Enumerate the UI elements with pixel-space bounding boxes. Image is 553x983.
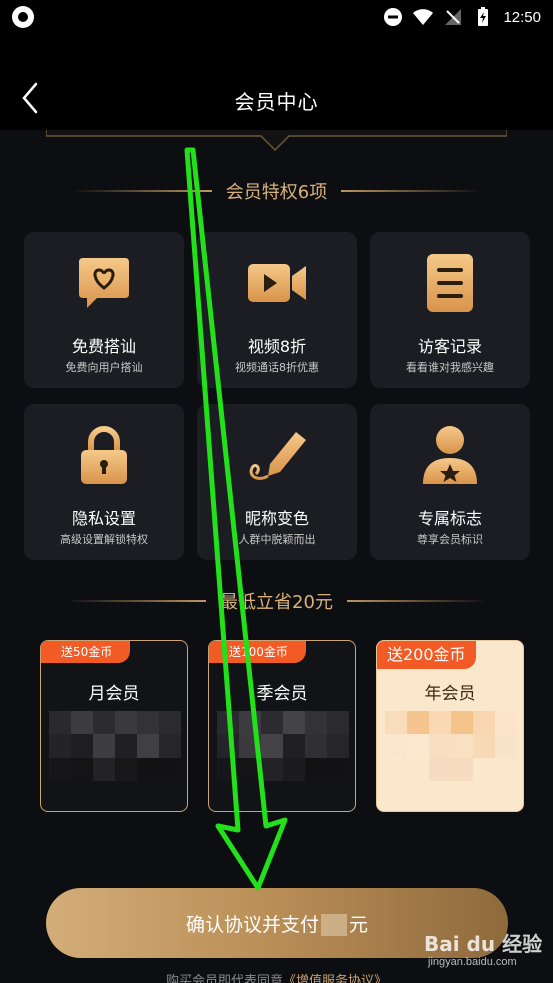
- do-not-disturb-icon: [384, 8, 403, 26]
- page-title: 会员中心: [234, 90, 319, 114]
- privilege-free-chat[interactable]: 免费搭讪 免费向用户搭讪: [24, 232, 184, 388]
- privileges-section-header: 会员特权6项: [0, 176, 553, 206]
- privilege-subtitle: 高级设置解锁特权: [60, 533, 148, 546]
- privilege-nickname-color[interactable]: 昵称变色 人群中脱颖而出: [197, 404, 357, 560]
- battery-icon: [478, 7, 489, 26]
- member-card-edge: [45, 130, 508, 152]
- privilege-visitor-record[interactable]: 访客记录 看看谁对我感兴趣: [370, 232, 530, 388]
- privilege-subtitle: 看看谁对我感兴趣: [406, 361, 494, 374]
- plan-price-obscured: [385, 711, 517, 781]
- privilege-video-discount[interactable]: 视频8折 视频通话8折优惠: [197, 232, 357, 388]
- user-star-icon: [419, 424, 481, 486]
- wifi-icon: [413, 9, 434, 25]
- chat-heart-icon: [73, 252, 135, 314]
- privilege-title: 昵称变色: [244, 509, 309, 528]
- card-divider-shape: [45, 130, 508, 152]
- price-obscured: [321, 914, 347, 936]
- privilege-title: 专属标志: [417, 509, 482, 528]
- watermark-brand: Bai du 经验: [424, 932, 543, 956]
- plan-badge: 送100金币: [209, 641, 306, 663]
- clock-time: 12:50: [503, 8, 541, 26]
- video-camera-icon: [246, 252, 308, 314]
- signal-icon: [445, 9, 462, 25]
- status-icons: 12:50: [383, 5, 541, 29]
- service-agreement-link[interactable]: 《增值服务协议》: [283, 974, 387, 983]
- header: 会员中心: [0, 34, 553, 130]
- privileges-section-title: 会员特权6项: [225, 182, 328, 203]
- plan-quarterly[interactable]: 送100金币 季会员: [208, 640, 356, 812]
- plan-monthly[interactable]: 送50金币 月会员: [40, 640, 188, 812]
- pen-icon: [246, 424, 308, 486]
- plans-section-header: 最低立省20元: [0, 586, 553, 616]
- plan-price-obscured: [217, 711, 349, 781]
- privilege-title: 隐私设置: [71, 509, 136, 528]
- privilege-title: 免费搭讪: [71, 337, 136, 356]
- membership-plans: 送50金币 月会员 送100金币 季会员 送200金币 年会员: [40, 640, 524, 812]
- privilege-subtitle: 尊享会员标识: [417, 533, 483, 546]
- lock-icon: [73, 424, 135, 486]
- privilege-subtitle: 视频通话8折优惠: [235, 361, 319, 374]
- baidu-jingyan-watermark: Bai du 经验 jingyan.baidu.com: [424, 928, 548, 972]
- plan-price-obscured: [49, 711, 181, 781]
- privilege-exclusive-badge[interactable]: 专属标志 尊享会员标识: [370, 404, 530, 560]
- status-bar: 12:50: [0, 0, 553, 34]
- privilege-subtitle: 人群中脱颖而出: [238, 533, 316, 546]
- plan-badge: 送200金币: [377, 641, 476, 669]
- plan-yearly[interactable]: 送200金币 年会员: [376, 640, 524, 812]
- plan-name: 季会员: [256, 684, 308, 704]
- list-document-icon: [419, 252, 481, 314]
- privilege-subtitle: 免费向用户搭讪: [65, 361, 143, 374]
- watermark-url: jingyan.baidu.com: [428, 956, 517, 968]
- privilege-title: 视频8折: [247, 337, 307, 356]
- privilege-privacy-settings[interactable]: 隐私设置 高级设置解锁特权: [24, 404, 184, 560]
- privilege-title: 访客记录: [417, 337, 482, 356]
- plans-section-title: 最低立省20元: [220, 592, 333, 613]
- plan-badge: 送50金币: [41, 641, 131, 663]
- pay-button-label: 确认协议并支付元: [185, 913, 369, 936]
- privileges-grid: 免费搭讪 免费向用户搭讪 视频8折 视频通话8折优惠 访客记录 看看谁对我感兴趣…: [24, 232, 530, 560]
- plan-name: 年会员: [424, 684, 476, 704]
- plan-name: 月会员: [88, 684, 140, 704]
- app-notification-icon: [12, 6, 34, 28]
